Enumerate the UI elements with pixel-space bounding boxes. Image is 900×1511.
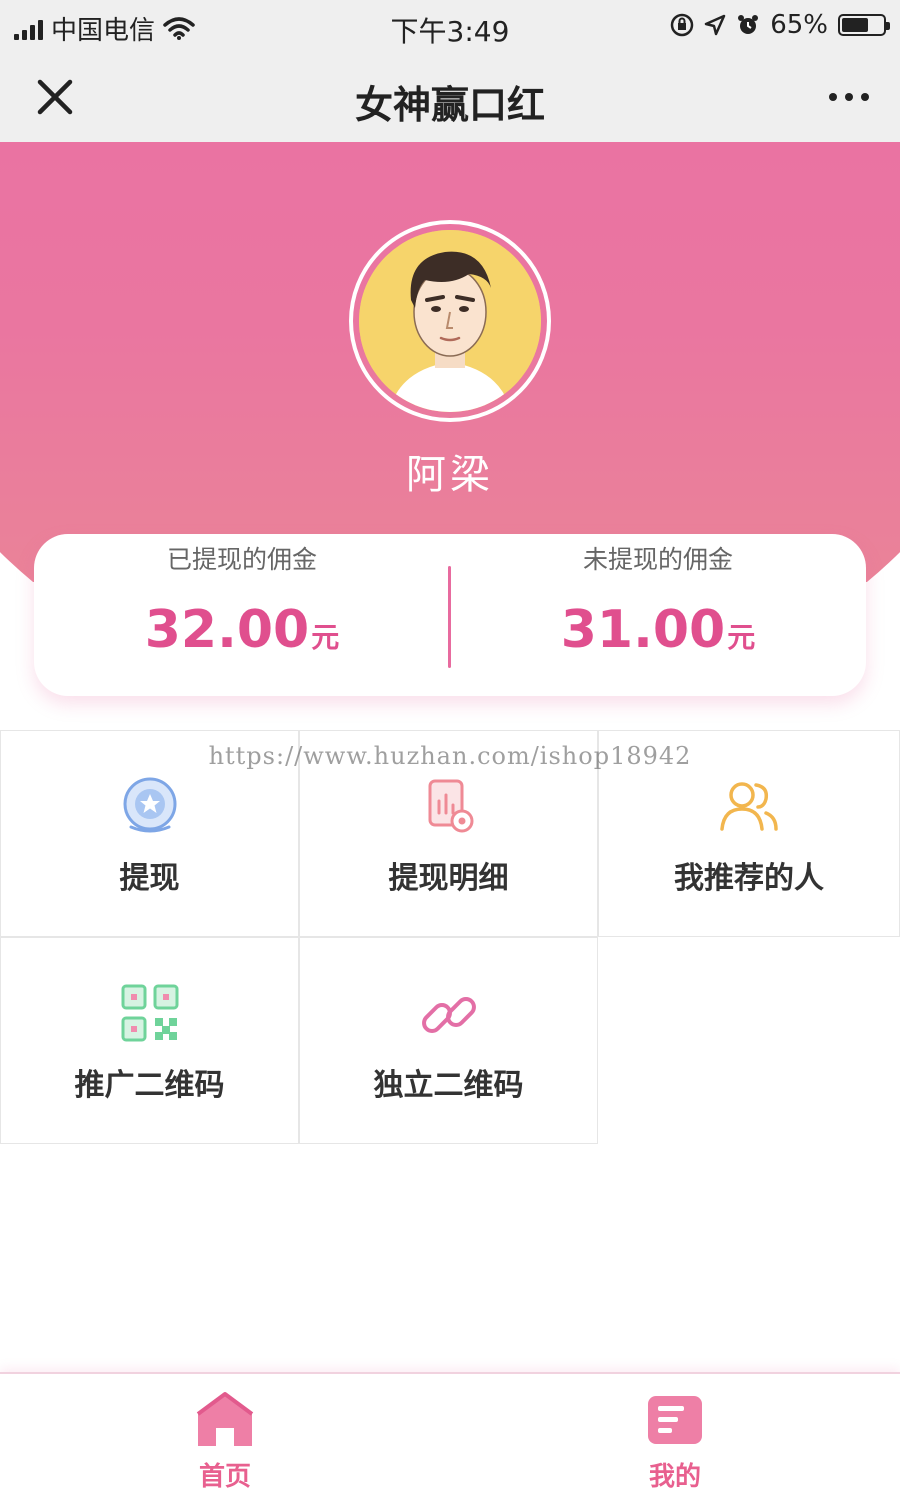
more-icon[interactable] [824, 74, 874, 120]
tab-bar: 首页 我的 [0, 1372, 900, 1511]
menu-item-label: 提现明细 [388, 861, 509, 896]
tab-home-label: 首页 [198, 1462, 251, 1492]
withdrawn-label: 已提现的佣金 [166, 545, 317, 574]
withdrawn-value-row: 32.00元 [34, 600, 450, 660]
menu-item-label: 独立二维码 [373, 1068, 524, 1103]
tab-mine-label: 我的 [648, 1462, 701, 1492]
menu-item-label: 提现 [119, 861, 180, 896]
profile-card-icon [648, 1396, 702, 1444]
withdrawn-value: 32.00 [144, 600, 310, 660]
battery-percent: 65% [770, 10, 828, 40]
battery-fill [842, 18, 868, 32]
referrals-icon [720, 782, 778, 831]
link-icon [421, 997, 476, 1033]
menu-item-independent-qr[interactable]: 独立二维码 [299, 937, 598, 1144]
pending-label: 未提现的佣金 [582, 545, 733, 574]
withdrawn-commission: 已提现的佣金 32.00元 [34, 534, 450, 696]
pending-value: 31.00 [560, 600, 726, 660]
username: 阿梁 [406, 452, 494, 498]
withdrawn-unit: 元 [311, 621, 340, 654]
home-icon [196, 1392, 254, 1446]
location-icon [704, 14, 726, 36]
tab-home[interactable]: 首页 [0, 1374, 450, 1511]
battery-icon [838, 14, 890, 36]
menu-item-label: 推广二维码 [74, 1068, 225, 1103]
nav-bar: 女神赢口红 [0, 52, 900, 142]
commission-card: 已提现的佣金 32.00元 未提现的佣金 31.00元 [34, 534, 866, 696]
withdraw-icon [123, 777, 176, 833]
avatar-image [359, 230, 541, 412]
pending-value-row: 31.00元 [450, 600, 866, 660]
status-right: 65% [670, 10, 890, 40]
menu-item-label: 我推荐的人 [674, 861, 824, 896]
qr-code-icon [121, 984, 178, 1042]
profile-header: 阿梁 [0, 142, 900, 582]
alarm-icon [738, 15, 759, 34]
status-bar: 中国电信 下午3:49 65% [0, 0, 900, 52]
menu-item-withdraw[interactable]: 提现 [0, 730, 299, 937]
withdraw-detail-icon [428, 779, 473, 833]
rotation-lock-icon [670, 13, 694, 37]
menu-item-promo-qr[interactable]: 推广二维码 [0, 937, 299, 1144]
menu-item-withdraw-detail[interactable]: 提现明细 [299, 730, 598, 937]
avatar[interactable] [349, 220, 551, 422]
tab-mine[interactable]: 我的 [450, 1374, 900, 1511]
menu-item-referrals[interactable]: 我推荐的人 [598, 730, 900, 937]
page-title: 女神赢口红 [354, 83, 545, 127]
pending-commission: 未提现的佣金 31.00元 [450, 534, 866, 696]
pending-unit: 元 [727, 621, 756, 654]
